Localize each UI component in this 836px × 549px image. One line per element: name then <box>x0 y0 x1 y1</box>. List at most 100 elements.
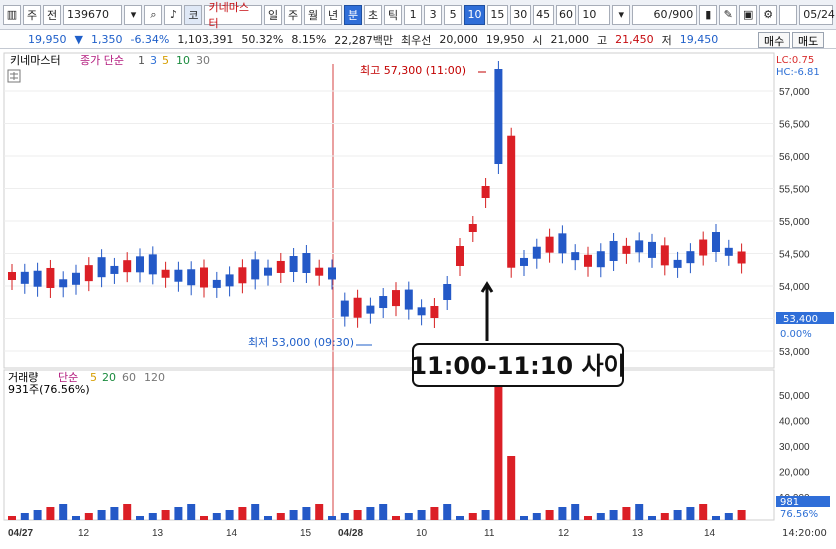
interval-60[interactable]: 60 <box>555 4 577 25</box>
prev-button[interactable]: 전 <box>43 4 61 25</box>
interval-3[interactable]: 3 <box>424 4 443 25</box>
period-day[interactable]: 일 <box>264 4 283 25</box>
candle-body <box>468 224 477 232</box>
sell-pref: 20,000 <box>439 33 478 46</box>
candle-icon[interactable]: ▮ <box>699 4 718 25</box>
volume-bar <box>8 516 16 520</box>
ma-3: 3 <box>150 54 157 67</box>
draw-icon[interactable]: ✎ <box>719 4 738 25</box>
candle-body <box>238 267 247 284</box>
sell-button[interactable]: 매도 <box>792 32 825 48</box>
gear-icon[interactable]: ⚙ <box>759 4 778 25</box>
period-year[interactable]: 년 <box>324 4 343 25</box>
price-tick-label: 55,500 <box>779 185 810 196</box>
buy-button[interactable]: 매수 <box>758 32 791 48</box>
speaker-icon[interactable]: ♪ <box>164 4 183 25</box>
volume-bar <box>532 513 541 520</box>
candle-body <box>340 300 349 317</box>
period-minute[interactable]: 분 <box>344 4 363 25</box>
candle-body <box>353 297 362 318</box>
x-tick-label: 13 <box>152 528 164 539</box>
candle-body <box>596 251 605 268</box>
count-select[interactable]: 10 <box>578 4 611 25</box>
candle-body <box>110 265 119 274</box>
chevron-down-icon[interactable]: ▾ <box>124 4 143 25</box>
volume-bar <box>353 510 362 520</box>
volume-bar <box>430 507 439 520</box>
x-tick-label: 04/28 <box>338 528 363 539</box>
volume-info: 931주(76.56%) <box>8 383 90 396</box>
volume-bar <box>507 456 516 520</box>
volume-bar <box>33 510 42 520</box>
period-month[interactable]: 월 <box>304 4 323 25</box>
low-value: 19,450 <box>679 33 719 46</box>
volume-bar <box>392 516 400 520</box>
price-tick-label: 56,500 <box>779 120 810 131</box>
volume-bar <box>379 504 388 520</box>
last-volume-percent: 76.56% <box>780 509 818 520</box>
candle-body <box>392 290 400 307</box>
search-icon[interactable]: ⌕ <box>144 4 163 25</box>
chevron-down-icon[interactable]: ▾ <box>612 4 631 25</box>
volume-bar <box>596 513 605 520</box>
candle-body <box>520 257 528 266</box>
down-arrow: ▼ <box>74 33 83 46</box>
candle-body <box>417 307 426 316</box>
volume-bar <box>161 510 170 520</box>
candle-body <box>609 240 618 261</box>
candle-body <box>494 69 503 164</box>
volume-bar <box>456 516 464 520</box>
volume-bar <box>520 516 528 520</box>
vol-ma-5: 5 <box>90 371 97 384</box>
date-field[interactable]: 05/24 <box>799 4 835 25</box>
candle-body <box>264 267 272 276</box>
volume-bar <box>481 510 490 520</box>
interval-45[interactable]: 45 <box>532 4 554 25</box>
volume-bar <box>97 510 106 520</box>
candle-body <box>584 254 592 267</box>
candle-body <box>366 305 375 314</box>
candle-body <box>251 259 260 280</box>
volume-bar <box>673 510 682 520</box>
candle-body <box>148 254 157 275</box>
volume-bar <box>264 516 272 520</box>
candle-body <box>72 272 80 285</box>
volume-bar <box>545 510 554 520</box>
volume-bar <box>443 504 452 520</box>
interval-1[interactable]: 1 <box>404 4 423 25</box>
page-value: 60 <box>653 8 668 21</box>
candle-body <box>699 239 708 256</box>
menu-icon[interactable]: ▥ <box>3 4 21 25</box>
interval-5[interactable]: 5 <box>444 4 463 25</box>
period-second[interactable]: 초 <box>364 4 383 25</box>
candle-body <box>46 267 55 288</box>
candle-body <box>84 265 93 282</box>
page-field[interactable]: 60/900 <box>632 4 698 25</box>
x-tick-label: 10 <box>416 528 428 539</box>
candle-body <box>174 269 183 282</box>
interval-10[interactable]: 10 <box>464 4 485 25</box>
price-tick-label: 56,000 <box>779 152 810 163</box>
candle-body <box>33 270 42 287</box>
volume-bar <box>686 507 695 520</box>
volume-bar <box>136 516 144 520</box>
period-tick[interactable]: 틱 <box>384 4 403 25</box>
x-tick-label: 11 <box>484 528 495 539</box>
candle-body <box>225 274 234 287</box>
high-annotation: 최고 57,300 (11:00) <box>360 64 466 77</box>
checkbox[interactable] <box>779 4 798 25</box>
candle-body <box>200 267 208 288</box>
x-tick-label: 12 <box>558 528 570 539</box>
kind-button[interactable]: 코 <box>184 4 203 25</box>
market-select[interactable]: 주 <box>23 4 41 25</box>
code-input[interactable]: 139670 <box>63 4 123 25</box>
save-icon[interactable]: ▣ <box>739 4 758 25</box>
price-tick-label: 53,000 <box>779 347 810 358</box>
interval-15[interactable]: 15 <box>486 4 508 25</box>
interval-30[interactable]: 30 <box>509 4 531 25</box>
volume-bar <box>148 513 157 520</box>
low-label: 저 <box>661 33 672 47</box>
x-tick-label: 13 <box>632 528 644 539</box>
period-week[interactable]: 주 <box>284 4 303 25</box>
volume-bar <box>212 513 221 520</box>
